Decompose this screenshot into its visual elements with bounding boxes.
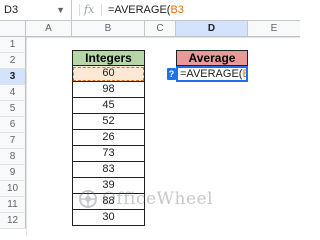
integer-cell[interactable]: 73 bbox=[72, 146, 145, 162]
column-header-a[interactable]: A bbox=[26, 21, 72, 36]
spreadsheet-app: D3 ▼ fx =AVERAGE(B3 A B C D E 1 2 3 4 5 … bbox=[0, 0, 300, 236]
name-box[interactable]: D3 ▼ bbox=[0, 0, 72, 20]
divider bbox=[79, 4, 80, 16]
formula-input[interactable]: =AVERAGE(B3 bbox=[108, 0, 184, 20]
column-header-e[interactable]: E bbox=[248, 21, 300, 36]
row-header-9[interactable]: 9 bbox=[0, 165, 26, 181]
integer-cell[interactable]: 98 bbox=[72, 82, 145, 98]
editor-reference: B3 bbox=[242, 68, 246, 80]
row-header-6[interactable]: 6 bbox=[0, 117, 26, 133]
formula-text: =AVERAGE( bbox=[108, 4, 171, 16]
row-header-2[interactable]: 2 bbox=[0, 53, 26, 69]
average-header-cell[interactable]: Average bbox=[176, 50, 248, 66]
watermark: OfficeWheel bbox=[78, 188, 228, 210]
integer-cell[interactable]: 30 bbox=[72, 210, 145, 226]
row-header-10[interactable]: 10 bbox=[0, 181, 26, 197]
select-all-corner[interactable] bbox=[0, 21, 26, 36]
column-header-d[interactable]: D bbox=[176, 21, 248, 36]
integer-cell[interactable]: 52 bbox=[72, 114, 145, 130]
row-header-1[interactable]: 1 bbox=[0, 37, 26, 53]
row-header-12[interactable]: 12 bbox=[0, 213, 26, 229]
name-box-value: D3 bbox=[4, 4, 19, 16]
officewheel-logo-icon bbox=[79, 190, 97, 208]
integer-cell[interactable]: 45 bbox=[72, 98, 145, 114]
integers-header-cell[interactable]: Integers bbox=[72, 50, 145, 66]
formula-reference: B3 bbox=[170, 4, 184, 16]
chevron-down-icon[interactable]: ▼ bbox=[56, 0, 65, 20]
integer-cell[interactable]: 60 bbox=[72, 66, 145, 82]
row-header-5[interactable]: 5 bbox=[0, 101, 26, 117]
row-header-11[interactable]: 11 bbox=[0, 197, 26, 213]
divider bbox=[101, 4, 102, 16]
row-header-8[interactable]: 8 bbox=[0, 149, 26, 165]
row-header-7[interactable]: 7 bbox=[0, 133, 26, 149]
integer-cell[interactable]: 83 bbox=[72, 162, 145, 178]
formula-bar: D3 ▼ fx =AVERAGE(B3 bbox=[0, 0, 300, 21]
cell-editor[interactable]: =AVERAGE(B3 bbox=[176, 66, 248, 82]
watermark-text: OfficeWheel bbox=[102, 189, 214, 209]
integer-cell[interactable]: 26 bbox=[72, 130, 145, 146]
column-header-b[interactable]: B bbox=[72, 21, 145, 36]
fx-icon: fx bbox=[84, 3, 95, 16]
column-headers: A B C D E bbox=[0, 21, 300, 37]
row-header-4[interactable]: 4 bbox=[0, 85, 26, 101]
editor-text: =AVERAGE( bbox=[180, 68, 243, 80]
row-header-3[interactable]: 3 bbox=[0, 69, 26, 85]
formula-help-icon[interactable]: ? bbox=[167, 68, 176, 80]
column-header-c[interactable]: C bbox=[145, 21, 176, 36]
